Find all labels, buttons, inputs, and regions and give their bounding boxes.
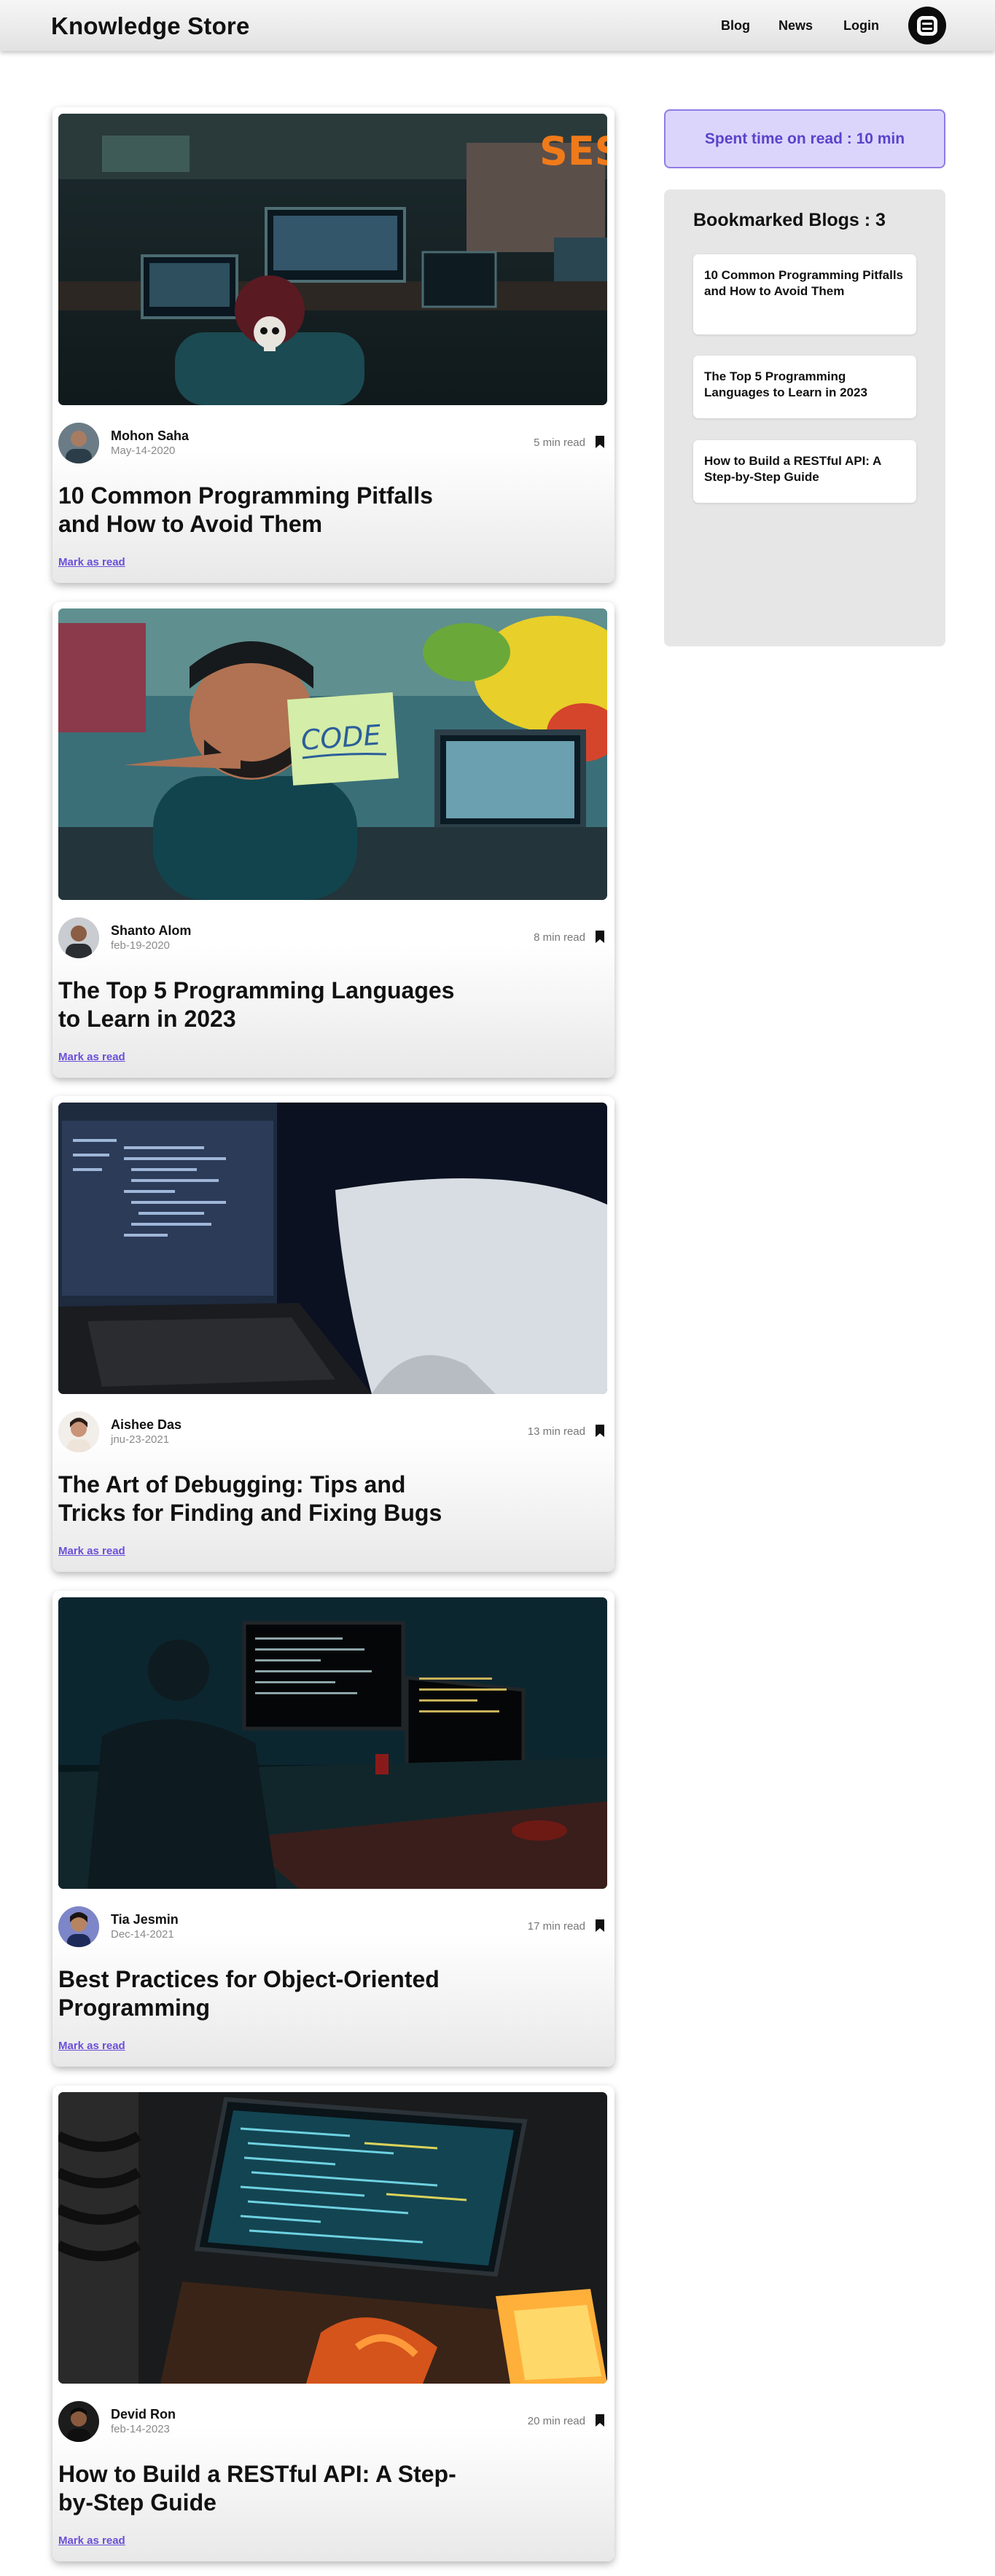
blog-card: Tia Jesmin Dec-14-2021 17 min read Best … — [52, 1591, 614, 2067]
blogger-logo-icon[interactable] — [908, 7, 946, 44]
bookmarks-heading: Bookmarked Blogs : 3 — [693, 210, 886, 230]
laptop-orange-light-photo — [58, 2092, 607, 2384]
bookmark-icon[interactable] — [595, 1424, 605, 1438]
read-time: 8 min read — [534, 931, 585, 944]
read-time: 5 min read — [534, 436, 585, 449]
blog-card: Aishee Das jnu-23-2021 13 min read The A… — [52, 1096, 614, 1572]
blog-card: CODE Shanto Alom feb-19-2020 8 min read … — [52, 602, 614, 1078]
author-avatar — [58, 1906, 99, 1947]
bookmark-item[interactable]: How to Build a RESTful API: A Step-by-St… — [693, 440, 916, 503]
bookmark-icon[interactable] — [595, 1919, 605, 1933]
blog-card: SES Mohon Saha May-14-2020 5 min read 10… — [52, 107, 614, 583]
author-avatar — [58, 1412, 99, 1452]
spent-time-counter: Spent time on read : 10 min — [664, 109, 945, 168]
read-time: 13 min read — [527, 1425, 585, 1438]
blog-card: Devid Ron feb-14-2023 20 min read How to… — [52, 2086, 614, 2561]
developer-dual-monitor-photo — [58, 1597, 607, 1889]
office-desk-hacker-photo: SES — [58, 114, 607, 405]
svg-text:SES: SES — [539, 128, 607, 174]
mark-as-read-link[interactable]: Mark as read — [58, 1051, 125, 1063]
blog-cover-image — [58, 1103, 607, 1394]
mark-as-read-link[interactable]: Mark as read — [58, 2040, 125, 2052]
nav-blog-link[interactable]: Blog — [721, 18, 750, 34]
read-time: 20 min read — [527, 2415, 585, 2427]
publish-date: Dec-14-2021 — [111, 1928, 174, 1941]
author-name: Tia Jesmin — [111, 1912, 179, 1927]
blog-title: The Top 5 Programming Languages to Learn… — [58, 977, 455, 1032]
author-name: Shanto Alom — [111, 923, 192, 938]
blog-title: The Art of Debugging: Tips and Tricks fo… — [58, 1471, 442, 1526]
bookmark-icon[interactable] — [595, 435, 605, 449]
blog-title: 10 Common Programming Pitfalls and How t… — [58, 482, 433, 537]
publish-date: feb-19-2020 — [111, 939, 170, 952]
bookmark-item[interactable]: The Top 5 Programming Languages to Learn… — [693, 356, 916, 418]
blog-cover-image — [58, 2092, 607, 2384]
bookmark-icon[interactable] — [595, 930, 605, 944]
bookmarks-panel: Bookmarked Blogs : 3 10 Common Programmi… — [664, 189, 945, 646]
author-name: Aishee Das — [111, 1417, 182, 1432]
laptop-code-dark-photo — [58, 1103, 607, 1394]
blog-cover-image: SES — [58, 114, 607, 405]
bookmark-icon[interactable] — [595, 2413, 605, 2427]
blog-title: Best Practices for Object-Oriented Progr… — [58, 1966, 440, 2021]
blog-cover-image — [58, 1597, 607, 1889]
publish-date: May-14-2020 — [111, 445, 176, 457]
site-header: Knowledge Store Blog News Login — [0, 0, 995, 51]
man-holding-code-note-photo: CODE — [58, 608, 607, 900]
mark-as-read-link[interactable]: Mark as read — [58, 556, 125, 568]
mark-as-read-link[interactable]: Mark as read — [58, 2534, 125, 2547]
author-avatar — [58, 2401, 99, 2442]
svg-text:CODE: CODE — [300, 719, 382, 756]
author-avatar — [58, 423, 99, 463]
read-time: 17 min read — [527, 1920, 585, 1933]
blog-title: How to Build a RESTful API: A Step-by-St… — [58, 2461, 456, 2516]
nav-news-link[interactable]: News — [779, 18, 813, 34]
mark-as-read-link[interactable]: Mark as read — [58, 1545, 125, 1557]
bookmark-item[interactable]: 10 Common Programming Pitfalls and How t… — [693, 254, 916, 334]
author-avatar — [58, 917, 99, 958]
publish-date: jnu-23-2021 — [111, 1433, 170, 1446]
publish-date: feb-14-2023 — [111, 2423, 170, 2435]
site-title[interactable]: Knowledge Store — [51, 12, 250, 40]
blog-cover-image: CODE — [58, 608, 607, 900]
author-name: Devid Ron — [111, 2407, 176, 2422]
nav-login-link[interactable]: Login — [843, 18, 879, 34]
author-name: Mohon Saha — [111, 428, 189, 443]
